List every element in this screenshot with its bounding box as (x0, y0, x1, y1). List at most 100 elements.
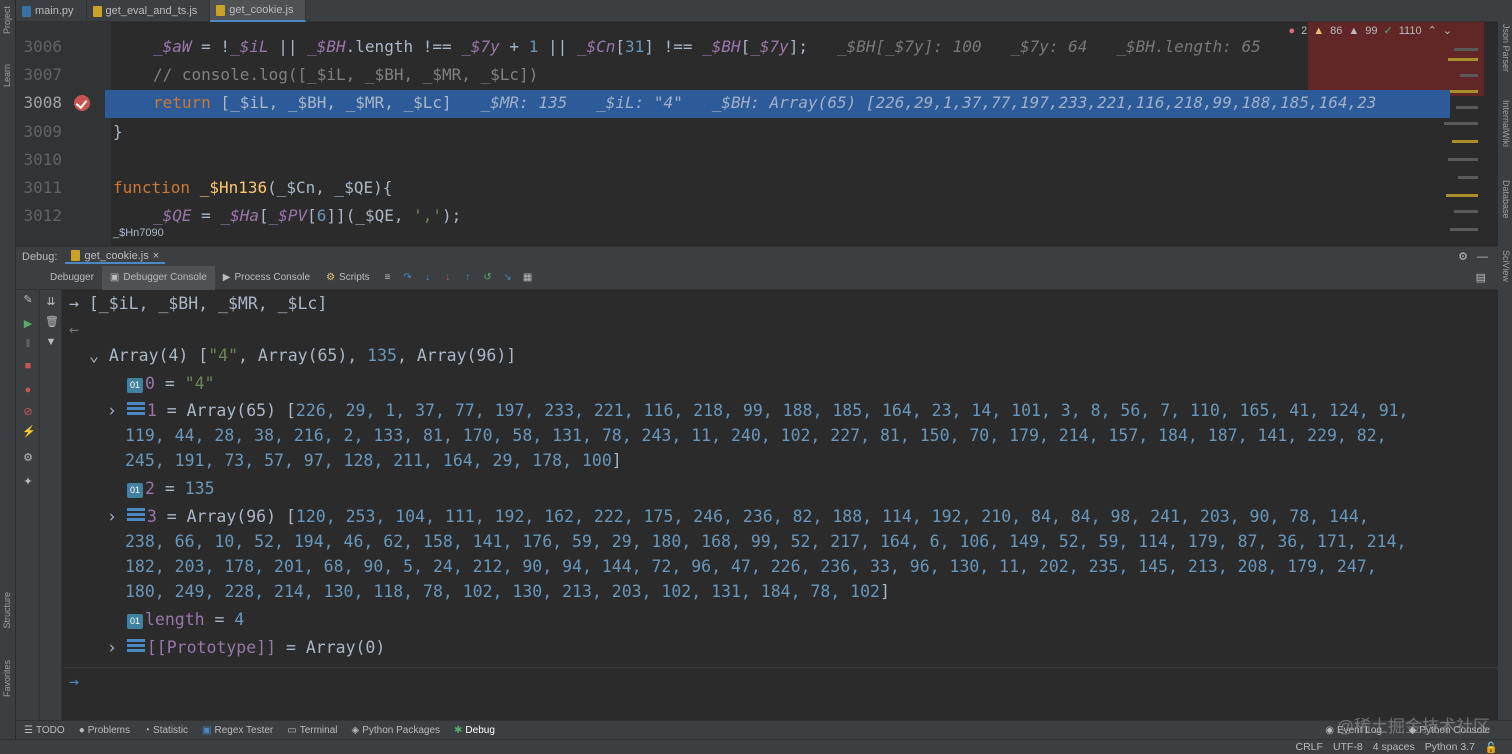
mute-breakpoints-icon[interactable]: ⊘ (22, 406, 34, 418)
tab-label: main.py (35, 5, 74, 17)
code-token: [ (258, 206, 269, 225)
tab-debugger[interactable]: Debugger (42, 266, 102, 290)
code-token: ]](_$QE, (326, 206, 414, 225)
minimap-mark (1446, 194, 1478, 197)
close-icon[interactable]: × (153, 250, 159, 262)
learn-tool-button[interactable]: Learn (2, 64, 12, 87)
force-step-into-icon[interactable]: ↓ (443, 272, 453, 283)
debug-tool-button[interactable]: ✱ Debug (454, 725, 495, 736)
console-input-text: [_$iL, _$BH, _$MR, _$Lc] (88, 294, 328, 313)
step-out-icon[interactable]: ↑ (463, 272, 473, 283)
tab-process-console[interactable]: ▶ Process Console (215, 266, 318, 290)
trash-icon[interactable]: 🗑 (45, 316, 59, 328)
line-number: 3011 (23, 178, 62, 197)
statistic-tool-button[interactable]: ◔ Statistic (144, 725, 188, 736)
tree-key: length (145, 610, 205, 629)
menu-icon[interactable]: ≡ (383, 272, 393, 283)
stop-icon[interactable]: ■ (22, 360, 34, 372)
array-icon (126, 639, 145, 653)
line-number: 3006 (23, 37, 62, 56)
python-file-icon (22, 5, 31, 17)
js-file-icon (216, 4, 226, 16)
todo-tool-button[interactable]: ☰ TODO (24, 725, 65, 736)
list-icon: ☰ (24, 724, 33, 736)
warning-count: 86 (1330, 24, 1343, 37)
info-icon: ● (78, 724, 85, 736)
code-line-3008: return [_$iL, _$BH, _$MR, _$Lc] _$MR: 13… (153, 93, 1376, 112)
code-line-3011: function _$Hn136(_$Cn, _$QE){ (113, 178, 392, 197)
internal-wiki-tool-button[interactable]: InternalWiki (1501, 100, 1511, 147)
tree-item-length[interactable]: 01 length = 4 (127, 610, 244, 629)
breadcrumb[interactable]: _$Hn7090 (113, 227, 164, 239)
debug-session-tab[interactable]: get_cookie.js × (65, 250, 166, 264)
chevron-right-icon[interactable]: › (107, 401, 117, 420)
left-tool-strip: Project Learn Structure Favorites (0, 0, 16, 754)
step-into-icon[interactable]: ↓ (423, 272, 433, 283)
chevron-down-icon[interactable]: ⌄ (89, 346, 109, 365)
step-over-icon[interactable]: ↷ (403, 272, 413, 283)
tree-item-1[interactable]: › 1 = Array(65) [226, 29, 1, 37, 77, 197… (107, 401, 1409, 420)
restart-frame-icon[interactable]: ↺ (483, 272, 493, 283)
js-file-icon (71, 250, 81, 261)
tree-item-prototype[interactable]: › [[Prototype]] = Array(0) (107, 638, 385, 657)
json-parser-tool-button[interactable]: Json Parser (1501, 24, 1511, 72)
tab-get-cookie-js[interactable]: get_cookie.js (210, 0, 307, 22)
code-editor[interactable]: 3006 3007 3008 3009 3010 3011 3012 _$aW … (16, 22, 1498, 246)
chevron-up-icon[interactable]: ⌃ (1428, 24, 1437, 37)
tab-label: Debugger (50, 272, 94, 283)
favorites-tool-button[interactable]: Favorites (2, 660, 12, 697)
terminal-tool-button[interactable]: ▭ Terminal (287, 725, 337, 736)
minimap-mark (1458, 176, 1478, 179)
lock-icon[interactable]: 🔓 (1485, 741, 1498, 754)
console-prompt-icon[interactable]: → (69, 672, 79, 691)
tab-scripts[interactable]: ⚙ Scripts (318, 266, 378, 290)
inspection-widget[interactable]: ● 2 ▲ 86 ▲ 99 ✓ 1110 ⌃ ⌄ (1288, 24, 1452, 38)
error-stripe-minimap[interactable] (1438, 44, 1478, 244)
sciview-tool-button[interactable]: SciView (1501, 250, 1511, 282)
indent-widget[interactable]: 4 spaces (1373, 741, 1415, 753)
debugger-console[interactable]: → [_$iL, _$BH, _$MR, _$Lc] ← ⌄ Array(4) … (63, 290, 1498, 720)
event-log-icon: ◉ (1325, 724, 1334, 736)
python-packages-tool-button[interactable]: ◈ Python Packages (352, 725, 441, 736)
gear-icon[interactable]: ⚙ (1458, 250, 1468, 263)
settings-icon[interactable]: ⚙ (22, 452, 34, 464)
problems-tool-button[interactable]: ● Problems (79, 725, 130, 736)
code-token: _$Ha (220, 206, 259, 225)
tab-get-eval-and-ts-js[interactable]: get_eval_and_ts.js (87, 0, 211, 22)
layout-icon[interactable]: ▤ (1476, 271, 1486, 284)
regex-tester-tool-button[interactable]: ▣ Regex Tester (202, 725, 273, 736)
resume-icon[interactable]: ▶ (22, 318, 34, 330)
chevron-right-icon[interactable]: › (107, 507, 117, 526)
minimize-icon[interactable]: — (1477, 251, 1488, 263)
inline-debug-hint: _$BH[_$7y]: 100 _$7y: 64 _$BH.length: 65 (808, 37, 1261, 56)
array-result-node[interactable]: ⌄ Array(4) ["4", Array(65), 135, Array(9… (89, 346, 516, 365)
pause-icon[interactable]: ‖ (22, 338, 34, 350)
line-separator-widget[interactable]: CRLF (1296, 741, 1323, 753)
interpreter-widget[interactable]: Python 3.7 (1425, 741, 1475, 753)
wrench-icon[interactable]: ✎ (22, 294, 34, 306)
project-tool-button[interactable]: Project (2, 6, 12, 34)
breakpoint-icon[interactable] (74, 95, 90, 111)
tree-item-3[interactable]: › 3 = Array(96) [120, 253, 104, 111, 192… (107, 507, 1369, 526)
lightning-icon[interactable]: ⚡ (22, 426, 36, 438)
scroll-to-end-icon[interactable]: ⇊ (45, 296, 57, 308)
pin-icon[interactable]: ✦ (22, 476, 34, 488)
minimap-mark (1444, 122, 1478, 125)
structure-tool-button[interactable]: Structure (2, 592, 12, 629)
tree-item-0[interactable]: 01 0 = "4" (127, 374, 215, 393)
filter-icon[interactable]: ▼ (45, 336, 57, 348)
tab-debugger-console[interactable]: ▣ Debugger Console (101, 265, 215, 290)
console-side-toolbar: ⇊ 🗑 ▼ (40, 290, 62, 720)
tab-label: get_eval_and_ts.js (105, 5, 198, 17)
run-to-cursor-icon[interactable]: ↘ (503, 272, 513, 283)
database-tool-button[interactable]: Database (1501, 180, 1511, 219)
chevron-right-icon[interactable]: › (107, 638, 117, 657)
view-breakpoints-icon[interactable]: ● (22, 384, 34, 396)
tree-item-2[interactable]: 01 2 = 135 (127, 479, 215, 498)
error-count: 2 (1301, 24, 1308, 37)
encoding-widget[interactable]: UTF-8 (1333, 741, 1363, 753)
tab-main-py[interactable]: main.py (16, 0, 87, 22)
tree-text: Array(4) [ (108, 346, 209, 365)
evaluate-icon[interactable]: ▦ (523, 272, 533, 283)
chevron-down-icon[interactable]: ⌄ (1443, 24, 1452, 37)
